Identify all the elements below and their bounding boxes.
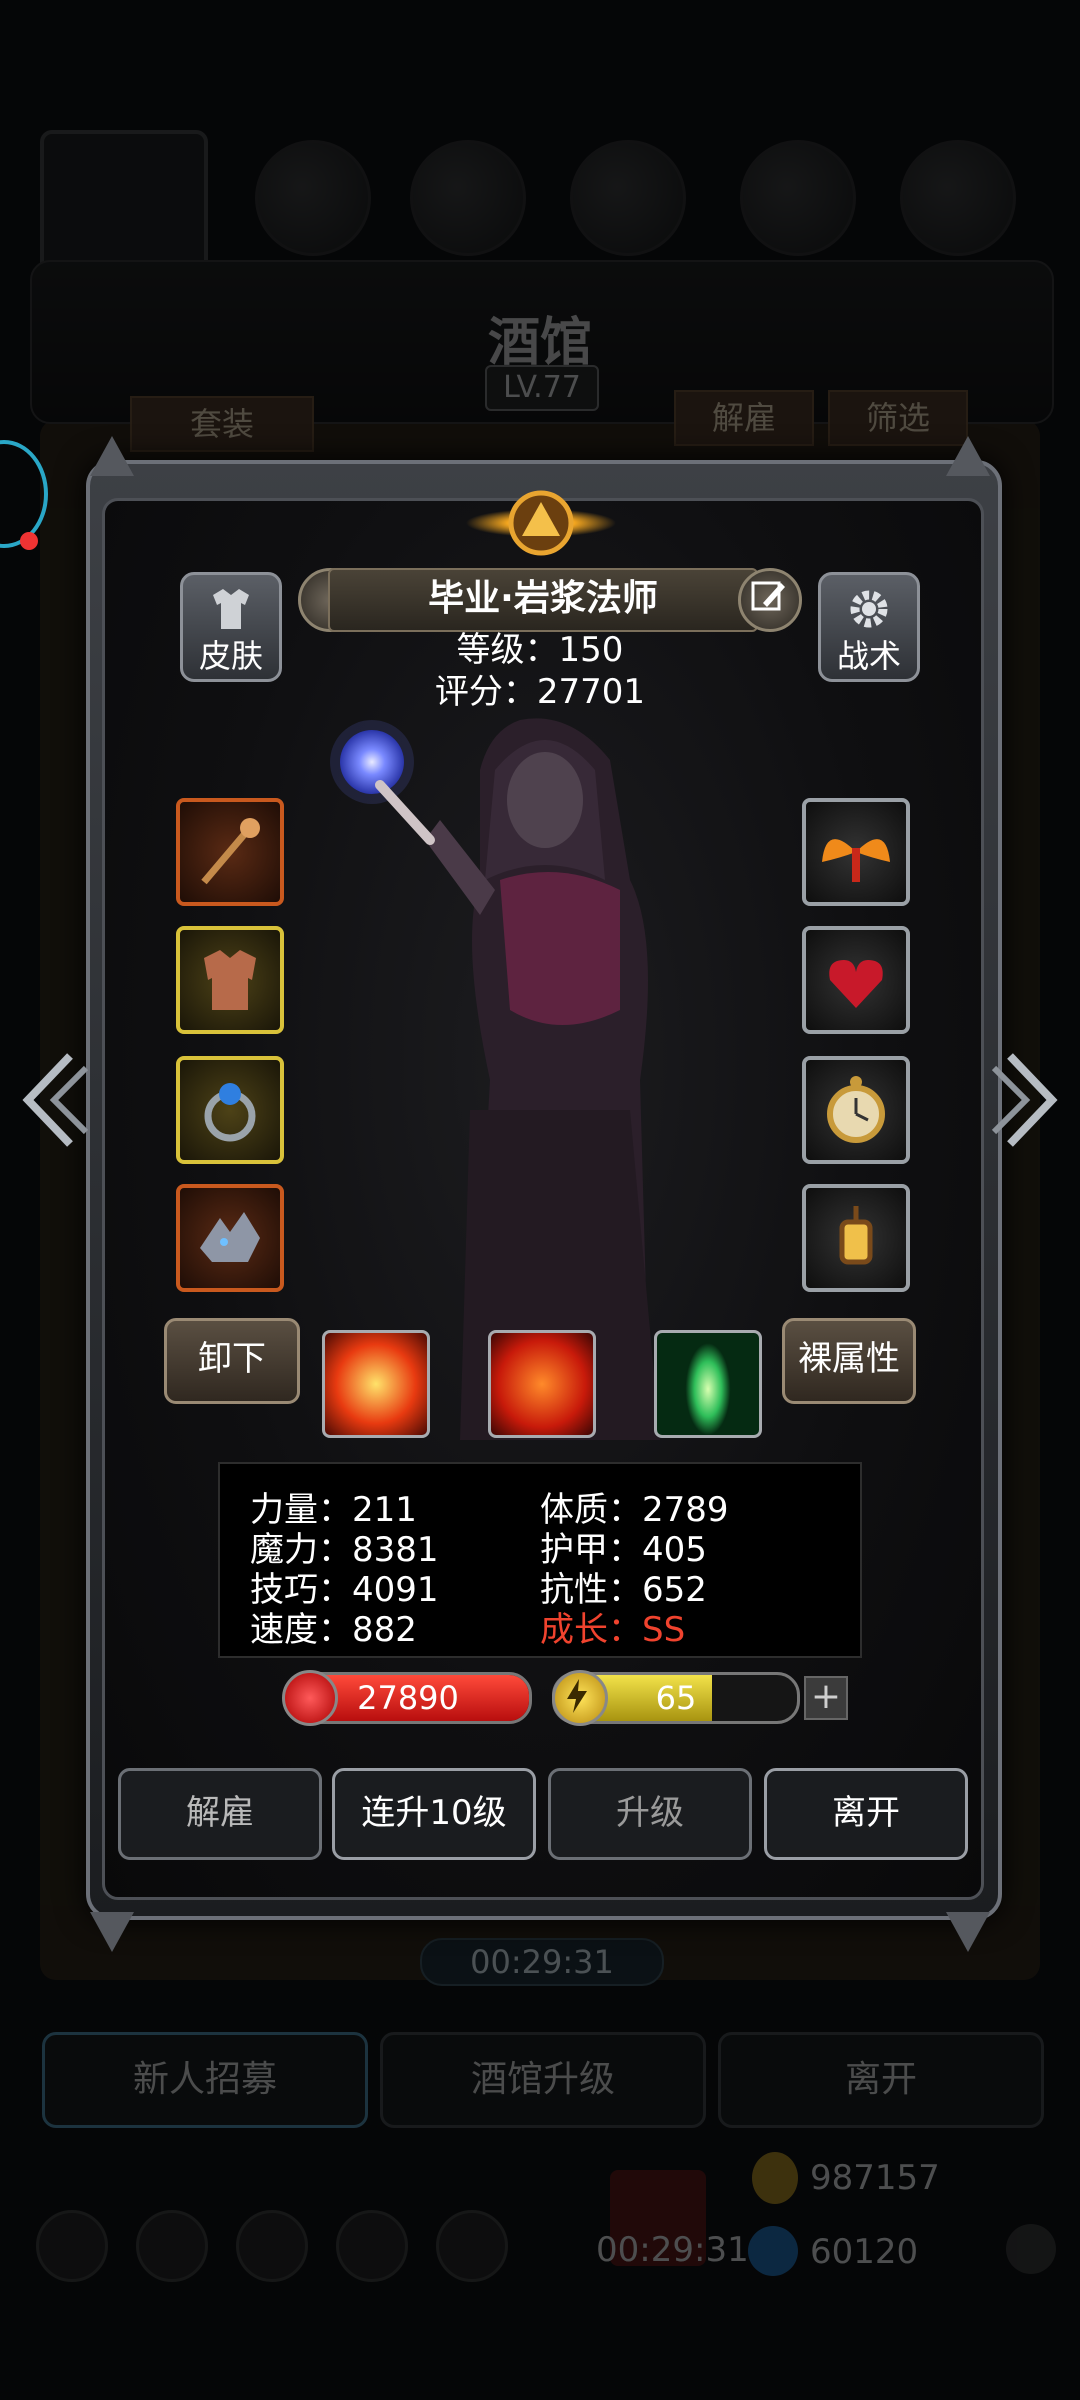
resource-icon [740,140,856,256]
equip-slot-amulet[interactable] [802,926,910,1034]
dismiss-button[interactable]: 解雇 [118,1768,322,1860]
equip-slot-wings[interactable] [802,798,910,906]
dock-icon[interactable] [36,2210,108,2282]
gem-icon [748,2226,798,2276]
tavern-level: LV.77 [485,365,599,411]
equip-slot-armor[interactable] [176,926,284,1034]
equip-slot-weapon[interactable] [176,798,284,906]
tactics-label: 战术 [836,637,901,675]
equip-slot-lantern[interactable] [802,1184,910,1292]
stat-growth: 成长：SS [540,1610,686,1650]
dragon-helm-icon [200,1212,260,1262]
armor-icon [204,950,256,1010]
recruit-button[interactable]: 新人招募 [42,2032,368,2128]
skill-slot-3[interactable] [654,1330,762,1438]
resource-icon [900,140,1016,256]
ring-icon [204,1083,256,1142]
equip-slot-helm[interactable] [176,1184,284,1292]
base-attributes-button[interactable]: 裸属性 [782,1318,916,1404]
dock-icon[interactable] [136,2210,208,2282]
lantern-icon [839,1206,873,1265]
dock-icon[interactable] [336,2210,408,2282]
resource-icon [570,140,686,256]
tab-suit[interactable]: 套装 [130,396,314,452]
dock-icon[interactable] [236,2210,308,2282]
leave-button[interactable]: 离开 [764,1768,968,1860]
recruit-timer: 00:29:31 [420,1938,664,1986]
resource-icon [255,140,371,256]
add-currency-icon[interactable] [1006,2224,1056,2274]
previous-hero-arrow-icon[interactable] [14,1050,90,1150]
tavern-title: 酒馆 [487,312,592,373]
dock-icon[interactable] [436,2210,508,2282]
pocket-watch-icon [827,1076,885,1143]
heart-icon [282,1670,338,1726]
frame-spike [946,1912,990,1952]
fire-wings-icon [822,839,890,882]
gear-icon [850,590,888,628]
notification-dot [20,532,38,550]
shirt-icon [213,589,249,629]
resource-icon [410,140,526,256]
level-up-10-button[interactable]: 连升10级 [332,1768,536,1860]
gold-value: 987157 [810,2158,940,2198]
staff-icon [201,818,260,885]
add-energy-button[interactable]: + [804,1676,848,1720]
stat-speed: 速度：882 [250,1610,417,1650]
skin-button[interactable]: 皮肤 [180,572,282,682]
lightning-icon [552,1670,608,1726]
tab-dismiss[interactable]: 解雇 [674,390,814,446]
frame-spike [90,436,134,476]
frame-spike [946,436,990,476]
skill-slot-2[interactable] [488,1330,596,1438]
tavern-upgrade-button[interactable]: 酒馆升级 [380,2032,706,2128]
tactics-button[interactable]: 战术 [818,572,920,682]
dock-timer: 00:29:31 [596,2230,749,2270]
equip-slot-watch[interactable] [802,1056,910,1164]
gem-value: 60120 [810,2232,919,2272]
heart-amulet-icon [829,960,883,1008]
frame-spike [90,1912,134,1952]
equip-slot-ring[interactable] [176,1056,284,1164]
stats-panel: 力量：211 魔力：8381 技巧：4091 速度：882 体质：2789 护甲… [218,1462,862,1658]
tavern-leave-button[interactable]: 离开 [718,2032,1044,2128]
sun-emblem-icon [466,490,616,556]
gold-icon [752,2152,798,2204]
skill-slot-1[interactable] [322,1330,430,1438]
upgrade-button[interactable]: 升级 [548,1768,752,1860]
skin-label: 皮肤 [198,637,263,675]
unequip-button[interactable]: 卸下 [164,1318,300,1404]
next-hero-arrow-icon[interactable] [990,1050,1066,1150]
